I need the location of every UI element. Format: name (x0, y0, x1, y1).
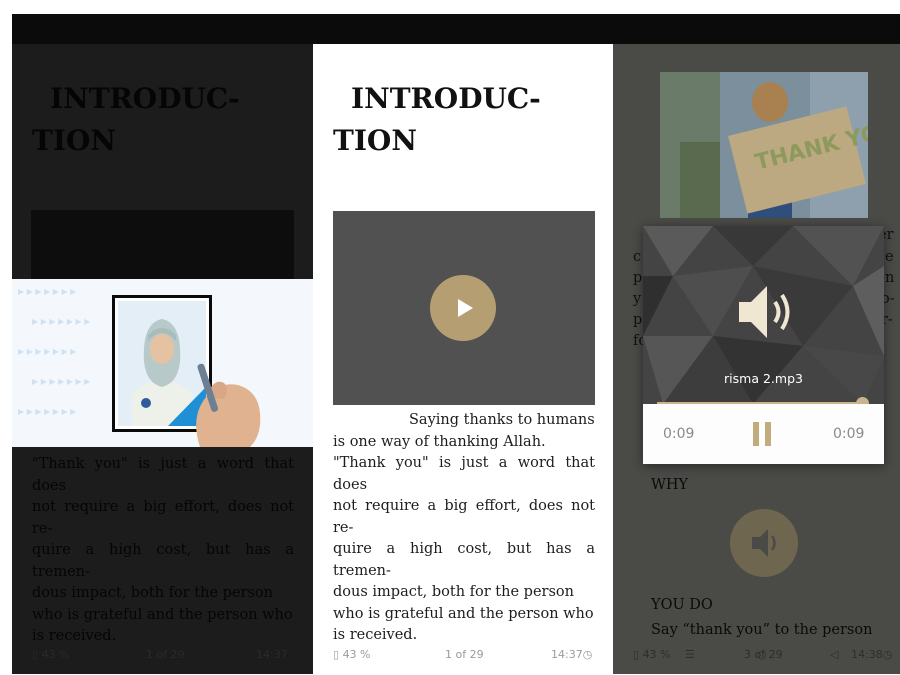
back-icon[interactable]: ◁ (830, 648, 838, 661)
section-heading-why: WHY (651, 477, 689, 493)
reader-status-bar: ▯ 43 % ☰ 3 of 29 ○ ◁ 14:38◷ (613, 648, 900, 666)
clock-icon: ◷ (582, 648, 593, 661)
total-duration: 0:09 (833, 426, 865, 442)
menu-icon[interactable]: ☰ (685, 648, 695, 661)
chapter-title-line2: TION (333, 124, 417, 157)
video-thumbnail-dimmed (31, 210, 294, 280)
paragraph-line: who is grateful and the person who (333, 605, 594, 622)
paragraph-line: "Thank you" is just a word that does (333, 455, 595, 493)
battery-level: 43 % (342, 648, 371, 661)
paragraph-line: not require a big effort, does not re- (32, 499, 294, 537)
paragraph-line: who is grateful and the person who (32, 606, 293, 623)
audio-player-dialog[interactable]: risma 2.mp3 0:09 0:09 (643, 226, 884, 464)
paragraph-line: quire a high cost, but has a tremen- (32, 542, 294, 580)
page-panel: INTRODUC- TION Saying thanks to humans i… (313, 44, 613, 674)
chapter-paragraph-dimmed: "Thank you" is just a word that does not… (32, 454, 294, 648)
clock-icon: ◷ (882, 648, 893, 661)
page-indicator: 1 of 29 (445, 648, 484, 661)
you-do-paragraph: Say “thank you” to the person (651, 622, 873, 638)
chapter-title: INTRODUC- TION (333, 78, 541, 162)
chapter-title: INTRODUC- TION (32, 78, 240, 162)
paragraph-line: is one way of thanking Allah. (333, 433, 546, 450)
paragraph-line: dous impact, both for the person (32, 585, 273, 601)
pause-button[interactable] (753, 422, 773, 446)
audio-controls: 0:09 0:09 (643, 404, 884, 464)
text-fragment: p (633, 312, 643, 328)
speaker-icon (752, 529, 776, 557)
page-indicator: 1 of 29 (146, 648, 185, 661)
play-icon (458, 299, 473, 317)
thank-you-photo: THANK YOU! (660, 72, 868, 218)
battery-indicator: ▯ 43 % (333, 648, 371, 661)
reader-status-bar: ▯ 43 % 1 of 29 14:37◷ (313, 648, 613, 666)
paragraph-line: not require a big effort, does not re- (333, 498, 595, 536)
home-icon[interactable]: ○ (757, 648, 767, 661)
battery-icon: ▯ (633, 648, 640, 661)
battery-indicator: ▯ 43 % (633, 648, 671, 661)
section-heading-you-do: YOU DO (651, 597, 713, 613)
video-player[interactable] (333, 211, 595, 405)
elapsed-time: 0:09 (663, 426, 695, 442)
battery-level: 43 % (41, 648, 70, 661)
audio-artwork: risma 2.mp3 (643, 226, 884, 404)
paragraph-line: is received. (32, 628, 117, 644)
text-fragment: p (633, 270, 643, 286)
text-fragment: c (633, 249, 642, 265)
paragraph-line: quire a high cost, but has a tremen- (333, 541, 595, 579)
battery-icon: ▯ (333, 648, 340, 661)
audio-play-button[interactable] (730, 509, 798, 577)
paragraph-line: is received. (333, 627, 418, 643)
paragraph-line: dous impact, both for the person (333, 584, 574, 600)
clock-time-value: 14:37 (551, 648, 583, 661)
image-viewer-overlay[interactable]: ▶ ▶ ▶ ▶ ▶ ▶ ▶ ▶ ▶ ▶ ▶ ▶ ▶ ▶ ▶ ▶ ▶ ▶ ▶ ▶ … (12, 279, 313, 447)
chapter-title-line1: INTRODUC- (50, 82, 240, 115)
clock-time: 14:38◷ (851, 648, 892, 661)
battery-indicator: ▯ 43 % (32, 648, 70, 661)
paragraph-line: Saying thanks to humans (333, 410, 595, 432)
top-status-bar (12, 14, 900, 44)
speaker-icon (739, 286, 790, 338)
chapter-title-line1: INTRODUC- (351, 82, 541, 115)
paragraph-line: "Thank you" is just a word that does (32, 456, 294, 494)
text-fragment: e (885, 249, 894, 265)
audio-filename: risma 2.mp3 (724, 371, 803, 386)
paragraph-first-line: Saying thanks to humans (409, 412, 595, 428)
text-fragment: n (885, 270, 895, 286)
hand-drawing-icon (196, 363, 261, 447)
clock-time: 14:37◷ (551, 648, 592, 661)
clock-time: 14:37 (256, 648, 288, 661)
chapter-title-line2: TION (32, 124, 116, 157)
play-button[interactable] (430, 275, 496, 341)
battery-level: 43 % (642, 648, 671, 661)
battery-icon: ▯ (32, 648, 39, 661)
reader-status-bar: ▯ 43 % 1 of 29 14:37 (12, 648, 313, 666)
text-fragment: y (633, 291, 642, 307)
chapter-paragraph: Saying thanks to humans is one way of th… (333, 410, 595, 647)
clock-time-value: 14:38 (851, 648, 883, 661)
